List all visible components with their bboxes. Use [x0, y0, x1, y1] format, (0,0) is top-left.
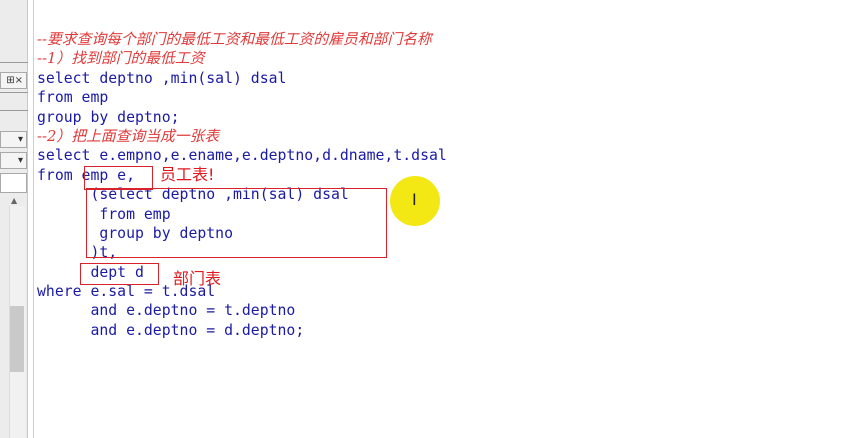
- emp-highlight-box: [84, 166, 153, 190]
- panel-filter-input[interactable]: [0, 173, 27, 193]
- panel-pin-button[interactable]: ⊞ ×: [0, 72, 27, 89]
- side-panel: ⊞ × ▾ ▾ ▲: [0, 0, 28, 438]
- code-line-comment: --要求查询每个部门的最低工资和最低工资的雇员和部门名称: [37, 31, 432, 48]
- dept-annotation-label: 部门表: [173, 269, 222, 288]
- dept-highlight-box: [80, 263, 159, 285]
- panel-dropdown-1[interactable]: ▾: [0, 131, 27, 148]
- code-line: and e.deptno = t.deptno: [37, 302, 296, 320]
- code-line: select deptno ,min(sal) dsal: [37, 69, 287, 87]
- code-line: select e.empno,e.ename,e.deptno,d.dname,…: [37, 147, 447, 165]
- code-line: and e.deptno = d.deptno;: [37, 321, 305, 339]
- chevron-down-icon: ▾: [17, 155, 23, 166]
- panel-divider: [0, 62, 28, 63]
- code-line: group by deptno;: [37, 108, 180, 126]
- panel-dropdown-2[interactable]: ▾: [0, 152, 27, 169]
- code-line-comment: --1）找到部门的最低工资: [37, 50, 205, 68]
- subquery-highlight-box: [86, 188, 387, 258]
- panel-divider: [0, 110, 28, 111]
- scroll-up-icon[interactable]: ▲: [11, 196, 17, 205]
- close-icon: ×: [14, 75, 23, 86]
- chevron-down-icon: ▾: [17, 134, 23, 145]
- editor-gutter-divider: [33, 0, 34, 438]
- code-line: from emp: [37, 89, 109, 107]
- panel-scrollbar-thumb[interactable]: [10, 306, 24, 372]
- code-line-comment: --2）把上面查询当成一张表: [37, 127, 220, 145]
- emp-annotation-label: 员工表!: [160, 165, 215, 184]
- text-cursor-icon: I: [412, 190, 417, 209]
- pin-icon: ⊞: [6, 75, 15, 86]
- panel-divider: [0, 92, 28, 93]
